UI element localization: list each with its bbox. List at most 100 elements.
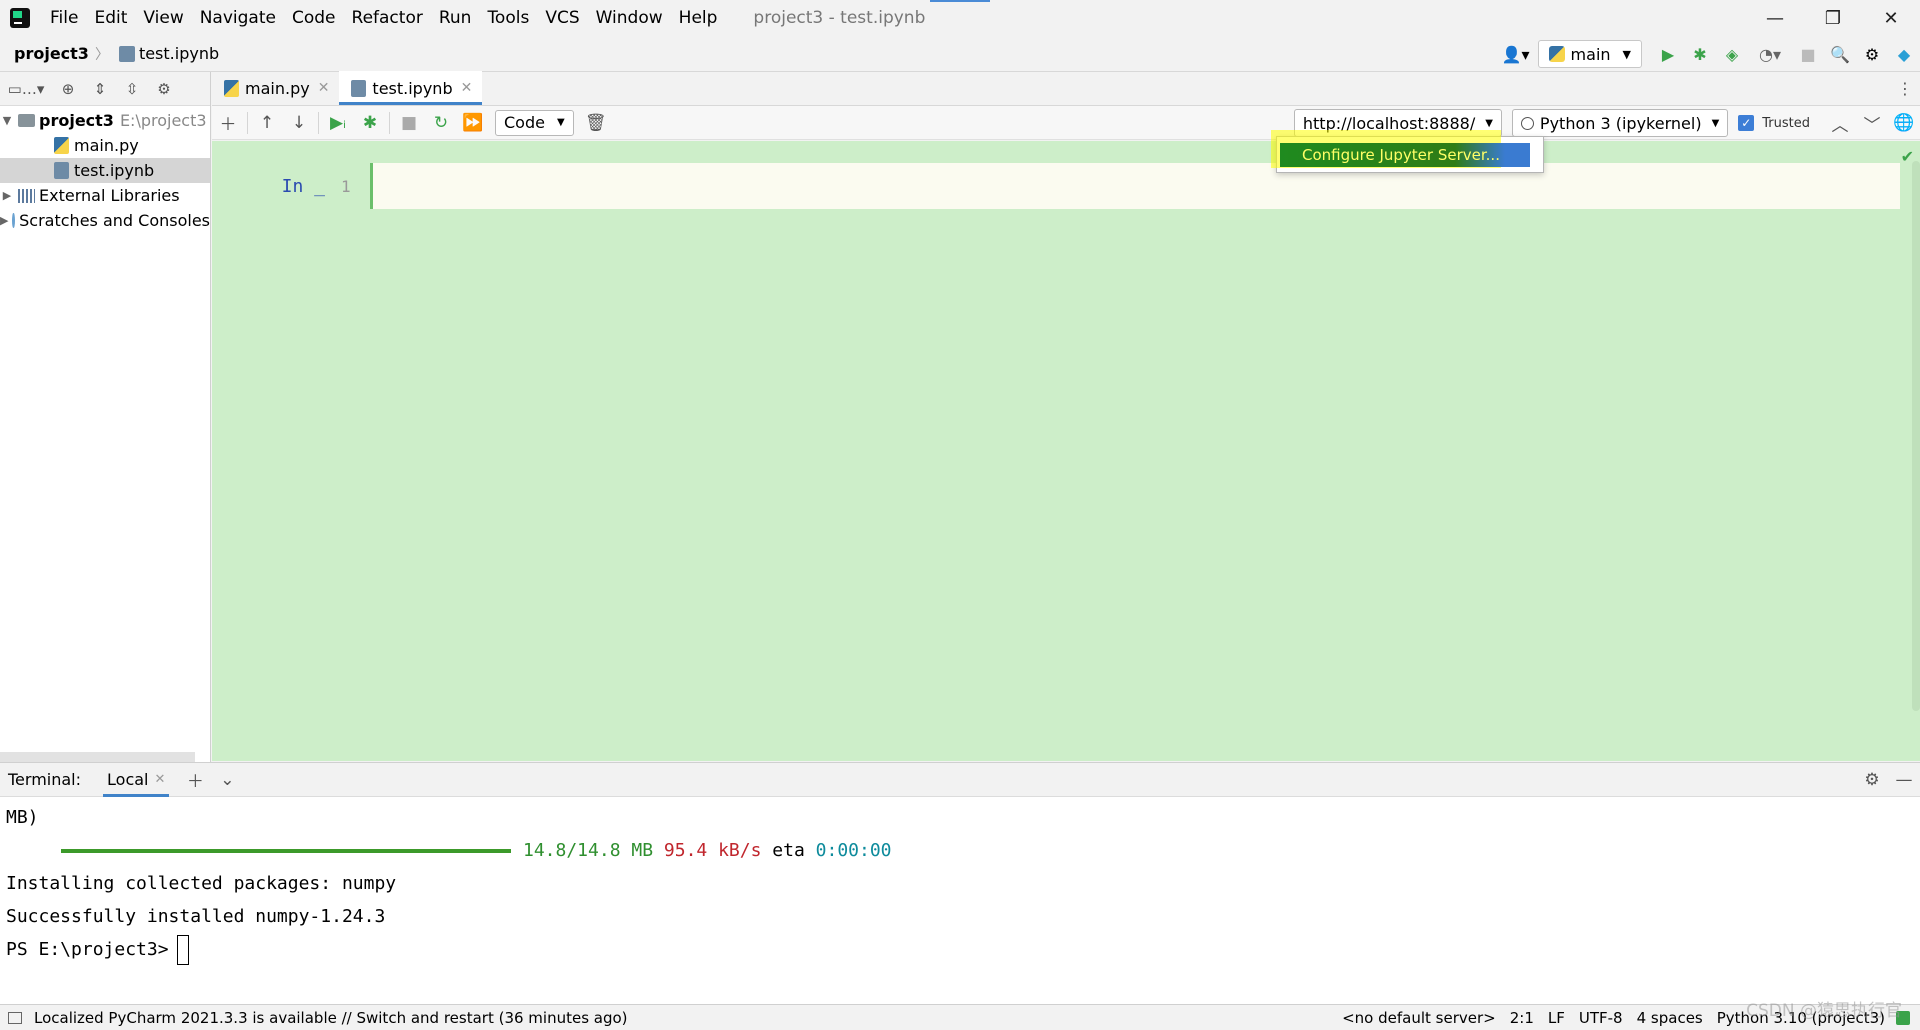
- project-view-icon[interactable]: ▭…▾: [0, 80, 52, 98]
- status-interpreter[interactable]: Python 3.10 (project3): [1710, 1009, 1892, 1027]
- tree-item-project-root[interactable]: ▼ project3 E:\project3: [0, 108, 210, 133]
- run-all-icon[interactable]: ⏩: [457, 106, 489, 140]
- terminal-actions: ⚙ —: [1856, 770, 1920, 790]
- trusted-checkbox[interactable]: ✓ Trusted: [1738, 115, 1810, 131]
- menu-navigate[interactable]: Navigate: [192, 0, 284, 36]
- run-cell-icon[interactable]: ▶ᵢ: [322, 106, 354, 140]
- tree-item-main-py[interactable]: main.py: [0, 133, 210, 158]
- profile-icon[interactable]: ◔▾: [1748, 36, 1792, 72]
- close-tab-icon[interactable]: ✕: [461, 80, 473, 96]
- library-icon: [18, 188, 35, 203]
- menu-edit[interactable]: Edit: [86, 0, 135, 36]
- lock-icon[interactable]: [1896, 1010, 1910, 1025]
- minimize-button[interactable]: —: [1746, 0, 1804, 36]
- cell-type-select[interactable]: Code ▼: [495, 109, 574, 136]
- notebook-toolbar: ＋ ↑ ↓ ▶ᵢ ✱ ■ ↻ ⏩ Code ▼ 🗑 http://localho…: [212, 106, 1920, 140]
- more-options-icon[interactable]: ⋮: [1890, 71, 1920, 105]
- collapse-all-icon[interactable]: ⇳: [116, 80, 148, 98]
- terminal-cursor: [176, 935, 189, 965]
- notebook-file-icon: [54, 162, 69, 179]
- tree-root-name: project3: [39, 111, 114, 130]
- kernel-select[interactable]: Python 3 (ipykernel) ▼: [1511, 109, 1729, 137]
- debug-cell-icon[interactable]: ✱: [354, 106, 386, 140]
- breadcrumb-project[interactable]: project3: [14, 44, 89, 63]
- chevron-down-icon[interactable]: ﹀: [1856, 106, 1888, 140]
- debug-icon[interactable]: ✱: [1684, 36, 1716, 72]
- toolbar-separator: [318, 111, 319, 134]
- new-terminal-icon[interactable]: ＋: [179, 767, 211, 792]
- restart-kernel-icon[interactable]: ↻: [425, 106, 457, 140]
- chevron-down-icon: ▼: [1711, 117, 1720, 129]
- coverage-icon[interactable]: ◈: [1716, 36, 1748, 72]
- editor-tabs: main.py ✕ test.ipynb ✕ ⋮: [212, 71, 1920, 106]
- expand-all-icon[interactable]: ⇕: [84, 80, 116, 98]
- run-icon[interactable]: ▶: [1652, 36, 1684, 72]
- terminal-settings-gear-icon[interactable]: ⚙: [1856, 770, 1888, 790]
- menu-file[interactable]: File: [42, 0, 86, 36]
- hide-icon[interactable]: —: [1888, 770, 1920, 790]
- chevron-down-icon[interactable]: ⌄: [211, 770, 243, 790]
- tree-item-scratches[interactable]: ▶ Scratches and Consoles: [0, 208, 210, 233]
- add-cell-icon[interactable]: ＋: [212, 106, 244, 140]
- close-window-button[interactable]: ✕: [1862, 0, 1920, 36]
- settings-gear-icon[interactable]: ⚙: [1856, 36, 1888, 72]
- cell-input[interactable]: [370, 163, 1900, 209]
- tree-item-external-libraries[interactable]: ▶ External Libraries: [0, 183, 210, 208]
- status-server[interactable]: <no default server>: [1335, 1009, 1503, 1027]
- close-tab-icon[interactable]: ✕: [154, 772, 165, 787]
- cell-prompt: In _: [281, 175, 325, 197]
- terminal-tab-local[interactable]: Local ✕: [103, 763, 170, 797]
- status-widgets: <no default server> 2:1 LF UTF-8 4 space…: [1335, 1009, 1920, 1027]
- notebook-vertical-scrollbar[interactable]: [1912, 161, 1920, 711]
- menu-vcs[interactable]: VCS: [537, 0, 587, 36]
- code-cell[interactable]: In _ 1: [212, 163, 1900, 209]
- toolbar-separator: [247, 111, 248, 134]
- status-indent[interactable]: 4 spaces: [1630, 1009, 1710, 1027]
- chevron-down-icon: ▼: [1485, 117, 1493, 129]
- jupyter-server-select[interactable]: http://localhost:8888/ ▼: [1293, 109, 1502, 137]
- search-icon[interactable]: 🔍: [1824, 36, 1856, 72]
- configure-jupyter-server-item[interactable]: Configure Jupyter Server...: [1280, 143, 1530, 167]
- terminal-line: Installing collected packages: numpy: [6, 873, 397, 894]
- close-tab-icon[interactable]: ✕: [318, 80, 330, 96]
- move-up-icon[interactable]: ↑: [251, 106, 283, 140]
- toolbar-separator: [389, 111, 390, 134]
- locate-icon[interactable]: ⊕: [52, 80, 84, 98]
- chevron-up-icon[interactable]: ︿: [1824, 106, 1856, 140]
- project-toolbar: ▭…▾ ⊕ ⇕ ⇳ ⚙: [0, 72, 210, 106]
- globe-icon[interactable]: 🌐: [1888, 106, 1920, 140]
- terminal-output[interactable]: MB) 14.8/14.8 MB 95.4 kB/s eta 0:00:00 I…: [0, 797, 1920, 970]
- tool-windows-icon[interactable]: [8, 1011, 22, 1024]
- menu-help[interactable]: Help: [671, 0, 726, 36]
- project-horizontal-scrollbar[interactable]: [0, 752, 195, 762]
- interrupt-kernel-icon[interactable]: ■: [393, 106, 425, 140]
- restore-button[interactable]: ❐: [1804, 0, 1862, 36]
- breadcrumb-file[interactable]: test.ipynb: [139, 44, 219, 63]
- menu-code[interactable]: Code: [284, 0, 344, 36]
- menu-refactor[interactable]: Refactor: [344, 0, 431, 36]
- account-icon[interactable]: 👤▾: [1494, 36, 1538, 72]
- toolbox-icon[interactable]: ◆: [1888, 36, 1920, 72]
- terminal-tab-label: Local: [107, 770, 149, 789]
- progress-eta: 0:00:00: [815, 840, 892, 861]
- terminal-tool-window: Terminal: Local ✕ ＋ ⌄ ⚙ — MB) 14.8/14.8 …: [0, 762, 1920, 1004]
- menu-run[interactable]: Run: [431, 0, 480, 36]
- stop-icon[interactable]: ■: [1792, 36, 1824, 72]
- menu-view[interactable]: View: [135, 0, 191, 36]
- status-encoding[interactable]: UTF-8: [1572, 1009, 1630, 1027]
- move-down-icon[interactable]: ↓: [283, 106, 315, 140]
- menu-window[interactable]: Window: [588, 0, 671, 36]
- tree-item-test-ipynb[interactable]: test.ipynb: [0, 158, 210, 183]
- status-line-separator[interactable]: LF: [1541, 1009, 1572, 1027]
- delete-cell-icon[interactable]: 🗑: [580, 106, 612, 140]
- tab-main-py[interactable]: main.py ✕: [212, 71, 339, 105]
- cell-line-number: 1: [341, 176, 351, 196]
- status-position[interactable]: 2:1: [1503, 1009, 1541, 1027]
- tab-test-ipynb[interactable]: test.ipynb ✕: [339, 71, 483, 105]
- menu-tools[interactable]: Tools: [479, 0, 537, 36]
- kernel-status-icon: [1520, 116, 1534, 130]
- collapsed-arrow-icon: ▶: [2, 189, 12, 202]
- status-message[interactable]: Localized PyCharm 2021.3.3 is available …: [34, 1009, 628, 1027]
- run-configuration-select[interactable]: main ▼: [1537, 40, 1642, 68]
- project-settings-gear-icon[interactable]: ⚙: [148, 80, 180, 98]
